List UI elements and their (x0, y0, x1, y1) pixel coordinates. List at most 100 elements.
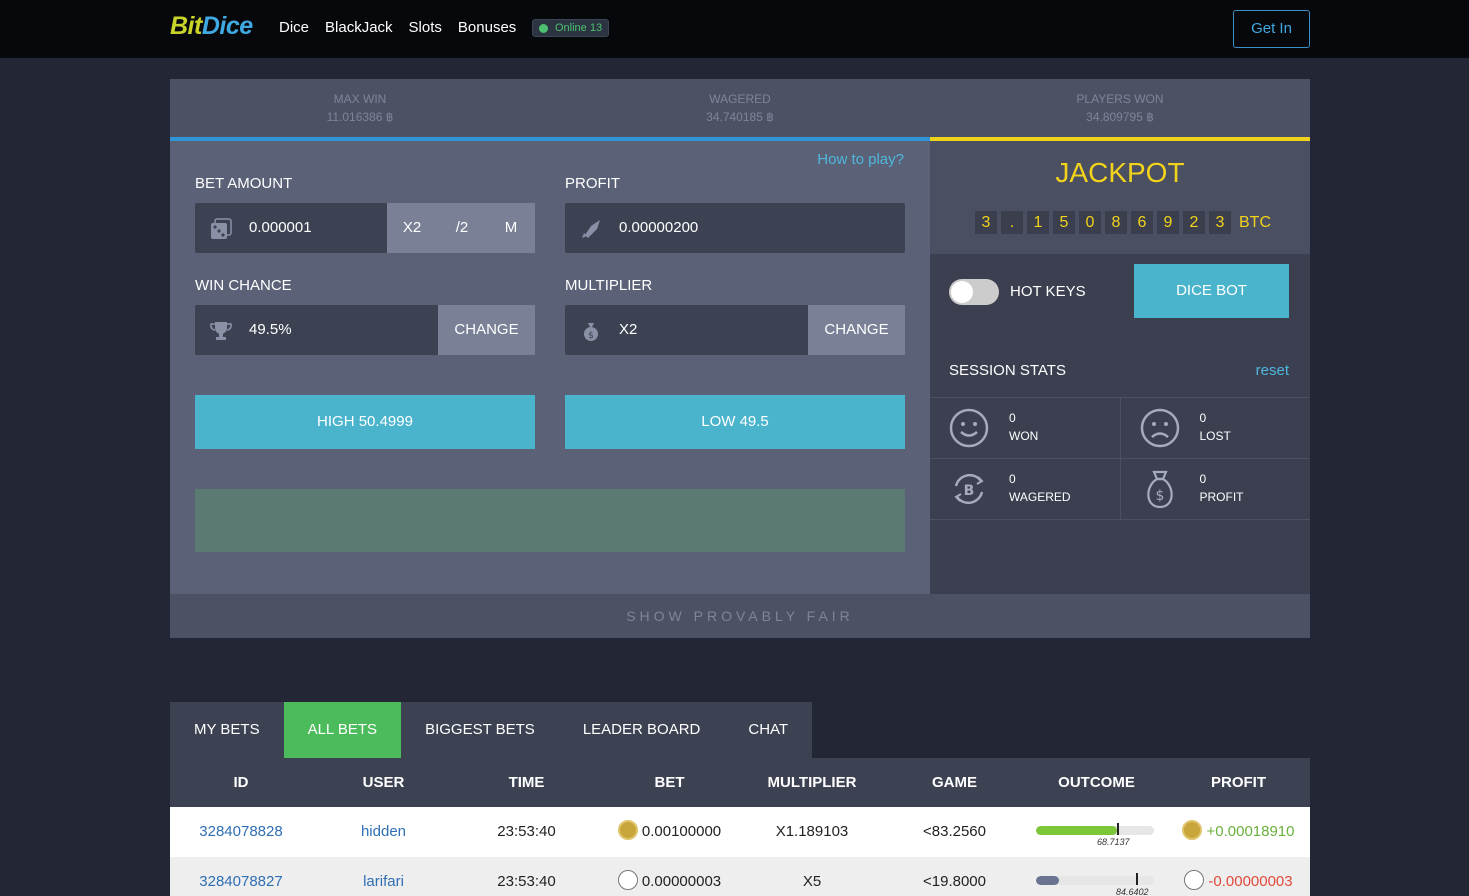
dogecoin-icon (617, 820, 638, 840)
smile-icon (949, 408, 989, 448)
jackpot-currency: BTC (1239, 214, 1271, 231)
svg-text:$: $ (1155, 488, 1164, 504)
nav-blackjack[interactable]: BlackJack (325, 19, 393, 36)
bet-amount-cell: 0.00100000 (598, 807, 741, 857)
multiplier-label: MULTIPLIER (565, 277, 653, 294)
tab-my-bets[interactable]: MY BETS (170, 702, 284, 758)
nav-slots[interactable]: Slots (409, 19, 442, 36)
jackpot-digit: 8 (1105, 211, 1127, 234)
outcome-bar (1036, 826, 1154, 835)
jackpot-digit: 9 (1157, 211, 1179, 234)
bets-tabs: MY BETS ALL BETS BIGGEST BETS LEADER BOA… (170, 702, 813, 758)
roll-high-button[interactable]: HIGH 50.4999 (195, 395, 535, 449)
get-in-button[interactable]: Get In (1233, 10, 1310, 48)
reset-session-link[interactable]: reset (1256, 362, 1289, 379)
nav-bonuses[interactable]: Bonuses (458, 19, 516, 36)
win-chance-field[interactable]: 49.5% CHANGE (195, 305, 535, 355)
litecoin-icon (617, 870, 638, 890)
tab-chat[interactable]: CHAT (724, 702, 812, 758)
logo-part-bit: Bit (170, 12, 202, 40)
svg-text:$: $ (588, 331, 594, 341)
bet-multiplier: X5 (802, 873, 822, 890)
jackpot-digit: . (1001, 211, 1023, 234)
stat-value: 34.809795 ฿ (1086, 110, 1154, 124)
trophy-icon (210, 322, 232, 340)
how-to-play-link[interactable]: How to play? (817, 151, 904, 168)
frown-icon (1140, 408, 1179, 448)
top-navigation-bar: BitDice Dice BlackJack Slots Bonuses Onl… (0, 0, 1469, 58)
hot-keys-label: HOT KEYS (1010, 283, 1086, 300)
tab-biggest-bets[interactable]: BIGGEST BETS (401, 702, 559, 758)
dogecoin-icon (1182, 820, 1203, 840)
lost-count: 0 (1199, 411, 1207, 425)
session-stats-grid: 0 WON 0 LOST B 0 WAGERED $ 0 PROFIT (930, 397, 1310, 520)
litecoin-icon (1184, 870, 1205, 890)
bets-table-header: ID USER TIME BET MULTIPLIER GAME OUTCOME… (170, 758, 1310, 807)
profit-label: PROFIT (1199, 490, 1244, 504)
online-badge: Online 13 (532, 19, 610, 37)
stat-label: PLAYERS WON (1076, 92, 1164, 106)
bet-id-link[interactable]: 3284078828 (170, 807, 312, 857)
toggle-knob (951, 281, 973, 303)
bet-id-link[interactable]: 3284078827 (170, 857, 312, 896)
won-count: 0 (1009, 411, 1016, 425)
session-panel: HOT KEYS DICE BOT SESSION STATS reset 0 … (930, 254, 1310, 594)
jackpot-digit: 1 (1027, 211, 1049, 234)
dice-icon (211, 218, 232, 239)
profit-cell: +0.00018910 (1167, 807, 1310, 857)
show-provably-fair-button[interactable]: SHOW PROVABLY FAIR (170, 594, 1310, 638)
outcome-bar-fill (1036, 826, 1117, 835)
jackpot-amount: 3 . 1 5 0 8 6 9 2 3 BTC (975, 211, 1271, 234)
online-dot-icon (539, 24, 548, 33)
svg-text:B: B (964, 483, 975, 499)
tab-leader-board[interactable]: LEADER BOARD (559, 702, 725, 758)
bet-amount-field[interactable]: 0.000001 X2 /2 M (195, 203, 535, 253)
stat-max-win: MAX WIN 11.016386 ฿ (170, 79, 550, 137)
col-id: ID (233, 774, 249, 791)
bitdice-logo[interactable]: BitDice (170, 12, 253, 41)
money-bag-icon: $ (1146, 470, 1173, 509)
col-multiplier: MULTIPLIER (767, 774, 857, 791)
bet-amount-cell: 0.00000003 (598, 857, 741, 896)
user-link[interactable]: hidden (312, 807, 455, 857)
outcome-marker (1136, 873, 1138, 885)
change-win-chance-button[interactable]: CHANGE (438, 305, 535, 355)
stat-players-won: PLAYERS WON 34.809795 ฿ (930, 79, 1310, 137)
multiplier-field[interactable]: $ X2 CHANGE (565, 305, 905, 355)
bet-value: 0.00100000 (641, 823, 722, 840)
bet-time: 23:53:40 (497, 873, 556, 890)
hot-keys-toggle[interactable] (949, 279, 999, 305)
tab-all-bets[interactable]: ALL BETS (283, 702, 402, 758)
col-user: USER (362, 774, 405, 791)
jackpot-digit: 3 (975, 211, 997, 234)
session-wagered: B 0 WAGERED (930, 459, 1120, 519)
profit-field[interactable]: 0.00000200 (565, 203, 905, 253)
main-nav: Dice BlackJack Slots Bonuses (279, 19, 516, 36)
outcome-value: 68.7137 (1097, 837, 1130, 847)
outcome-marker (1117, 823, 1119, 835)
col-time: TIME (508, 774, 545, 791)
dice-bot-button[interactable]: DICE BOT (1134, 264, 1289, 318)
roll-result-area (195, 489, 905, 552)
profit-cell: -0.00000003 (1167, 857, 1310, 896)
nav-dice[interactable]: Dice (279, 19, 309, 36)
jackpot-digit: 6 (1131, 211, 1153, 234)
dice-game-panel: How to play? BET AMOUNT 0.000001 X2 /2 M… (170, 141, 930, 594)
change-multiplier-button[interactable]: CHANGE (808, 305, 905, 355)
bet-multiplier: X1.189103 (775, 823, 849, 840)
roll-low-button[interactable]: LOW 49.5 (565, 395, 905, 449)
money-bag-icon: $ (584, 323, 598, 341)
session-won: 0 WON (930, 398, 1120, 458)
half-bet-button[interactable]: /2 (437, 203, 487, 253)
bet-modifier-group: X2 /2 M (387, 203, 535, 253)
table-row: 3284078828 hidden 23:53:40 0.00100000 X1… (170, 807, 1310, 857)
jackpot-panel: JACKPOT 3 . 1 5 0 8 6 9 2 3 BTC (930, 141, 1310, 254)
col-outcome: OUTCOME (1058, 774, 1135, 791)
user-link[interactable]: larifari (312, 857, 455, 896)
session-profit: $ 0 PROFIT (1119, 459, 1311, 519)
bet-amount-label: BET AMOUNT (195, 175, 293, 192)
max-bet-button[interactable]: M (487, 203, 535, 253)
won-label: WON (1009, 429, 1039, 443)
double-bet-button[interactable]: X2 (387, 203, 437, 253)
profit-value: 0.00000200 (619, 219, 699, 236)
